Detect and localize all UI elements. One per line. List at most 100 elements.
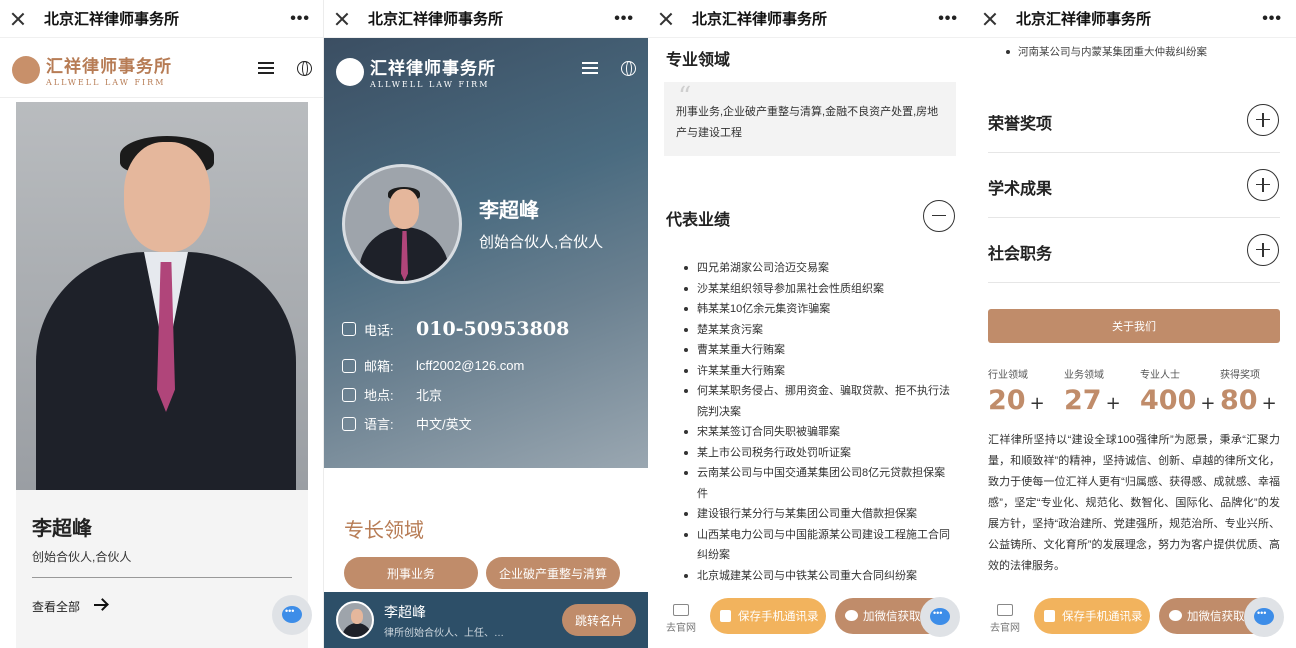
list-item: 许某某重大行贿案 (684, 361, 954, 382)
contact-email[interactable]: 邮箱: lcff2002@126.com (342, 356, 524, 375)
more-icon[interactable]: ••• (290, 10, 310, 28)
wechat-top-bar: 北京汇祥律师事务所 ••• (0, 0, 324, 38)
bottom-name: 李超峰 (384, 605, 426, 621)
panel-lawyer-contact: 北京汇祥律师事务所 ••• 汇祥律师事务所 ALLWELL LAW FIRM 李… (324, 0, 648, 648)
logo-en: ALLWELL LAW FIRM (370, 80, 490, 89)
phone-icon (342, 322, 356, 336)
expertise-quote: “ 刑事业务,企业破产重整与清算,金融不良资产处置,房地产与建设工程 (664, 82, 956, 156)
about-us-button[interactable]: 关于我们 (988, 309, 1280, 343)
language-icon (342, 416, 356, 431)
contact-location: 地点: 北京 (342, 385, 442, 404)
close-icon[interactable] (334, 11, 350, 27)
list-item: 宋某某签订合同失职被骗罪案 (684, 422, 954, 443)
jump-card-button[interactable]: 跳转名片 (562, 604, 636, 636)
chat-icon (930, 608, 950, 625)
list-item: 韩某某10亿余元集资诈骗案 (684, 299, 954, 320)
accordion-social[interactable]: 社会职务 (988, 218, 1280, 283)
list-item: 云南某公司与中国交通某集团公司8亿元贷款担保案件 (684, 463, 954, 504)
contact-language: 语言: 中文/英文 (342, 414, 472, 433)
close-icon[interactable] (658, 11, 674, 27)
contact-phone[interactable]: 电话: 010-50953808 (342, 318, 569, 340)
panel-expertise: 北京汇祥律师事务所 ••• 专业领域 “ 刑事业务,企业破产重整与清算,金融不良… (648, 0, 972, 648)
list-item: 四兄弟湖家公司洽迈交易案 (684, 258, 954, 279)
expand-icon[interactable] (1247, 104, 1279, 136)
firm-logo[interactable]: 汇祥律师事务所 ALLWELL LAW FIRM (336, 54, 496, 89)
cases-title: 代表业绩 (666, 210, 731, 229)
panel-about: 北京汇祥律师事务所 ••• 河南某公司与内蒙某集团重大仲裁纠纷案 荣誉奖项 学术… (972, 0, 1296, 648)
stat-business: 业务领域 27 + (1064, 370, 1121, 416)
more-icon[interactable]: ••• (938, 10, 958, 28)
wechat-title: 北京汇祥律师事务所 (44, 11, 180, 28)
accordion-honors[interactable]: 荣誉奖项 (988, 88, 1280, 153)
specialty-pill[interactable]: 企业破产重整与清算 (486, 557, 620, 589)
chat-bubble-button[interactable] (272, 595, 312, 635)
arrow-right-icon[interactable] (94, 604, 106, 606)
globe-icon[interactable] (621, 61, 636, 76)
panel-lawyer-photo: 北京汇祥律师事务所 ••• 汇祥律师事务所 ALLWELL LAW FIRM 李… (0, 0, 324, 648)
lawyer-role: 创始合伙人,合伙人 (32, 550, 132, 564)
mail-icon (342, 358, 356, 373)
logo-en: ALLWELL LAW FIRM (46, 78, 166, 87)
globe-icon[interactable] (297, 61, 312, 76)
expertise-text: 刑事业务,企业破产重整与清算,金融不良资产处置,房地产与建设工程 (676, 106, 939, 139)
location-icon (342, 387, 356, 402)
view-all-link[interactable]: 查看全部 (32, 598, 80, 615)
lawyer-name: 李超峰 (32, 516, 92, 540)
expand-icon[interactable] (1247, 169, 1279, 201)
wechat-top-bar: 北京汇祥律师事务所 ••• (324, 0, 648, 38)
collapse-button[interactable] (923, 200, 955, 232)
chat-icon (282, 606, 302, 623)
logo-mark-icon (336, 57, 364, 86)
bottom-subtitle: 律所创始合伙人、上任、… (384, 628, 504, 639)
list-item: 沙某某组织领导参加黑社会性质组织案 (684, 279, 954, 300)
logo-cn: 汇祥律师事务所 (370, 59, 496, 79)
about-paragraph: 汇祥律所坚持以“建设全球100强律所”为愿景，秉承“汇聚力量，和顺致祥”的精神，… (988, 434, 1280, 572)
save-contact-button[interactable]: 保存手机通讯录 (710, 598, 826, 634)
monitor-icon (997, 604, 1013, 616)
wechat-title: 北京汇祥律师事务所 (368, 11, 504, 28)
lawyer-card: 李超峰 创始合伙人,合伙人 查看全部 (16, 490, 308, 648)
official-site-button[interactable]: 去官网 (990, 604, 1020, 634)
stat-awards: 获得奖项 80 + (1220, 370, 1277, 416)
avatar (336, 601, 374, 639)
lawyer-role: 创始合伙人,合伙人 (479, 234, 604, 251)
stat-professionals: 专业人士 400 + (1140, 370, 1216, 416)
site-header: 汇祥律师事务所 ALLWELL LAW FIRM (0, 38, 324, 98)
logo-mark-icon (12, 55, 40, 84)
firm-logo[interactable]: 汇祥律师事务所 ALLWELL LAW FIRM (12, 52, 172, 87)
lawyer-photo (16, 102, 308, 490)
official-site-button[interactable]: 去官网 (666, 604, 696, 634)
wechat-title: 北京汇祥律师事务所 (692, 11, 828, 28)
list-item: 某上市公司税务行政处罚听证案 (684, 443, 954, 464)
chat-bubble-button[interactable] (920, 597, 960, 637)
list-item: 建设银行某分行与某集团公司重大借款担保案 (684, 504, 954, 525)
profile-hero: 汇祥律师事务所 ALLWELL LAW FIRM 李超峰 创始合伙人,合伙人 电… (324, 38, 648, 468)
list-item: 楚某某贪污案 (684, 320, 954, 341)
specialty-title: 专长领域 (344, 518, 424, 542)
logo-cn: 汇祥律师事务所 (46, 57, 172, 77)
lawyer-name: 李超峰 (479, 198, 539, 222)
specialty-pill[interactable]: 刑事业务 (344, 557, 478, 589)
accordion-academic[interactable]: 学术成果 (988, 153, 1280, 218)
monitor-icon (673, 604, 689, 616)
list-item: 何某某职务侵占、挪用资金、骗取贷款、拒不执行法院判决案 (684, 381, 954, 422)
bottom-profile-bar: 李超峰 律所创始合伙人、上任、… 跳转名片 (324, 592, 648, 648)
divider (32, 577, 292, 578)
save-contact-button[interactable]: 保存手机通讯录 (1034, 598, 1150, 634)
more-icon[interactable]: ••• (614, 10, 634, 28)
close-icon[interactable] (982, 11, 998, 27)
more-icon[interactable]: ••• (1262, 10, 1282, 28)
menu-icon[interactable] (582, 62, 598, 74)
expand-icon[interactable] (1247, 234, 1279, 266)
list-item: 山西某电力公司与中国能源某公司建设工程施工合同纠纷案 (684, 525, 954, 566)
wechat-top-bar: 北京汇祥律师事务所 ••• (648, 0, 972, 38)
cases-list: 四兄弟湖家公司洽迈交易案 沙某某组织领导参加黑社会性质组织案 韩某某10亿余元集… (684, 258, 954, 586)
list-item: 曹某某重大行贿案 (684, 340, 954, 361)
stat-industry: 行业领域 20 + (988, 370, 1045, 416)
chat-icon (1254, 608, 1274, 625)
close-icon[interactable] (10, 11, 26, 27)
wechat-title: 北京汇祥律师事务所 (1016, 11, 1152, 28)
menu-icon[interactable] (258, 62, 274, 74)
list-item: 河南某公司与内蒙某集团重大仲裁纠纷案 (1006, 44, 1207, 59)
chat-bubble-button[interactable] (1244, 597, 1284, 637)
